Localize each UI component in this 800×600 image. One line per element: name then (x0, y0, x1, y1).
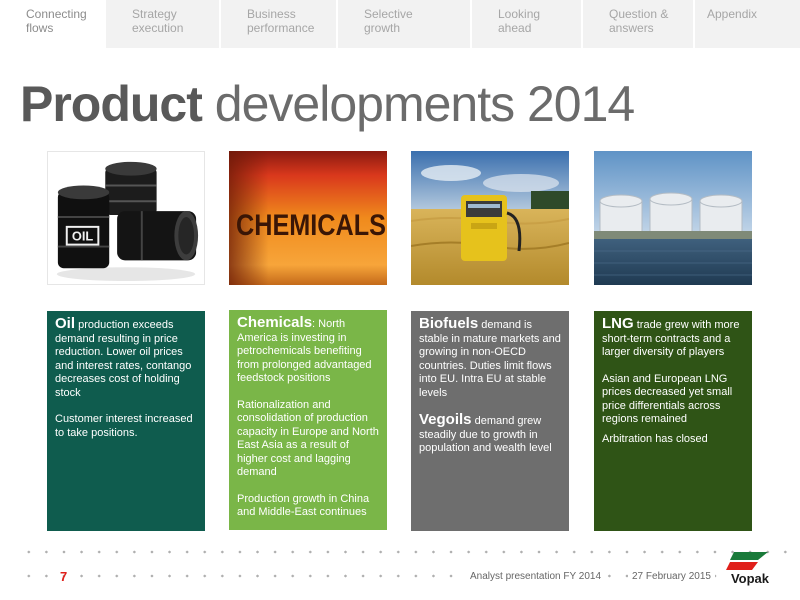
lng-info-box: LNG trade grew with more short-term cont… (594, 311, 752, 531)
oil-paragraph: Oil production exceeds demand resulting … (55, 315, 199, 400)
footer-presentation-title: Analyst presentation FY 2014 (466, 571, 606, 582)
title-bold: Product (20, 76, 203, 132)
footer-date: 27 February 2015 (628, 571, 715, 582)
footer-dot-divider (20, 550, 790, 554)
biofuels-paragraph: Biofuels demand is stable in mature mark… (419, 315, 563, 400)
logo-wordmark: Vopak (731, 571, 770, 586)
tab-question-answers[interactable]: Question & answers (583, 0, 695, 48)
lng-heading: LNG (602, 315, 634, 332)
chemicals-paragraph-3: Production growth in China and Middle-Ea… (237, 492, 370, 519)
tab-connecting-flows[interactable]: Connecting flows (0, 0, 106, 48)
oil-heading: Oil (55, 315, 76, 332)
lng-paragraph-2: Asian and European LNG prices decreased … (602, 372, 733, 426)
page-number: 7 (60, 569, 68, 584)
oil-info-box: Oil production exceeds demand resulting … (47, 311, 205, 531)
oil-barrel-label: OIL (72, 229, 94, 244)
chemicals-sign-image: CHEMICALS (229, 151, 387, 285)
chemicals-paragraph: Chemicals: North America is investing in… (237, 314, 381, 386)
biofuel-pump-field-image (411, 151, 569, 285)
footer-dot-divider-lower (20, 574, 720, 578)
chemicals-heading: Chemicals (237, 314, 313, 331)
vopak-logo: Vopak (726, 552, 770, 586)
tab-label: Connecting flows (26, 7, 87, 35)
lng-paragraph: LNG trade grew with more short-term cont… (602, 315, 746, 360)
tab-appendix[interactable]: Appendix (695, 0, 800, 48)
oil-paragraph-2: Customer interest increased to take posi… (55, 413, 193, 439)
page-title: Product developments 2014 (20, 74, 635, 134)
tab-selective-growth[interactable]: Selective growth (338, 0, 472, 48)
vegoils-heading: Vegoils (419, 411, 472, 428)
lng-paragraph-3: Arbitration has closed (602, 432, 708, 445)
tab-label: Business performance (247, 7, 315, 35)
tab-label: Appendix (707, 7, 758, 21)
tab-business-performance[interactable]: Business performance (221, 0, 338, 48)
tab-label: Question & answers (609, 7, 669, 35)
biofuels-heading: Biofuels (419, 315, 479, 332)
chemicals-paragraph-2: Rationalization and consolidation of pro… (237, 398, 379, 479)
tab-strategy-execution[interactable]: Strategy execution (106, 0, 221, 48)
section-nav: Connecting flows Strategy execution Busi… (0, 0, 800, 48)
oil-text: production exceeds demand resulting in p… (55, 319, 192, 399)
chemicals-info-box: Chemicals: North America is investing in… (229, 310, 387, 530)
vegoils-paragraph: Vegoils demand grew steadily due to grow… (419, 411, 563, 456)
tab-looking-ahead[interactable]: Looking ahead (472, 0, 583, 48)
tab-label: Looking ahead (498, 7, 541, 35)
biofuels-info-box: Biofuels demand is stable in mature mark… (411, 311, 569, 531)
lng-tanks-image (594, 151, 752, 285)
title-rest: developments 2014 (201, 76, 635, 132)
chemicals-sign-label: CHEMICALS (236, 209, 386, 242)
tab-label: Selective growth (364, 7, 413, 35)
oil-barrels-image: OIL (47, 151, 205, 285)
tab-label: Strategy execution (132, 7, 184, 35)
